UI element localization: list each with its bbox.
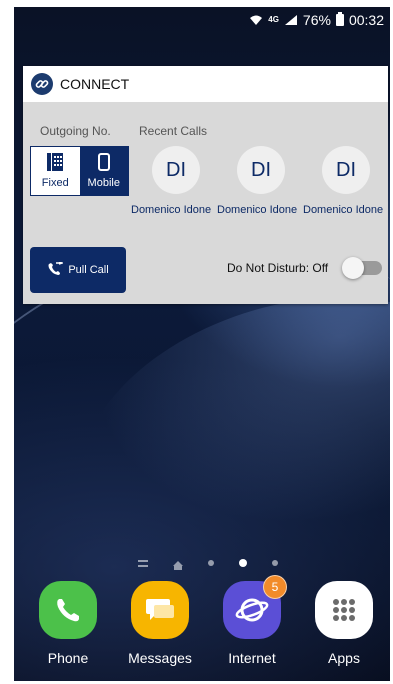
messages-icon bbox=[131, 581, 189, 639]
caller-avatar: DI bbox=[152, 146, 200, 194]
recent-calls-list: DI DI DI Domenico Idone Domenico Idone D… bbox=[131, 146, 390, 216]
pull-call-label: Pull Call bbox=[68, 264, 109, 276]
page-indicator-dot[interactable] bbox=[272, 560, 278, 566]
outgoing-number-label: Outgoing No. bbox=[40, 124, 111, 138]
recent-calls-label: Recent Calls bbox=[139, 124, 208, 138]
internet-icon: 5 bbox=[223, 575, 287, 639]
apps-label: Apps bbox=[328, 650, 360, 666]
dnd-toggle-switch[interactable] bbox=[342, 257, 382, 279]
messages-label: Messages bbox=[128, 650, 192, 666]
app-dock: Phone Messages 5 Internet Apps bbox=[14, 575, 390, 671]
notification-badge: 5 bbox=[263, 575, 287, 599]
page-indicator bbox=[138, 556, 278, 570]
mobile-toggle-button[interactable]: Mobile bbox=[79, 147, 128, 195]
apps-grid-icon bbox=[315, 581, 373, 639]
widget-header: CONNECT bbox=[23, 66, 388, 102]
page-indicator-home[interactable] bbox=[173, 560, 183, 570]
connect-widget: CONNECT Outgoing No. Recent Calls Fixed bbox=[23, 66, 388, 304]
clock: 00:32 bbox=[348, 12, 384, 28]
fixed-toggle-button[interactable]: Fixed bbox=[31, 147, 80, 195]
phone-label: Phone bbox=[47, 650, 89, 666]
recent-call-item[interactable]: DI bbox=[301, 146, 390, 194]
page-indicator-dot[interactable] bbox=[208, 560, 214, 566]
pull-call-icon bbox=[47, 260, 65, 279]
messages-app[interactable]: Messages bbox=[120, 581, 200, 666]
caller-name: Domenico Idone bbox=[131, 204, 212, 216]
fixed-label: Fixed bbox=[41, 177, 69, 189]
pull-call-button[interactable]: Pull Call bbox=[30, 247, 126, 293]
internet-label: Internet bbox=[228, 650, 276, 666]
link-icon bbox=[31, 73, 53, 95]
desk-phone-icon bbox=[47, 153, 64, 174]
caller-avatar: DI bbox=[322, 146, 370, 194]
battery-percent: 76% bbox=[302, 12, 331, 28]
page-indicator-dot-active[interactable] bbox=[239, 559, 247, 567]
widget-title: CONNECT bbox=[60, 76, 130, 92]
phone-icon bbox=[39, 581, 97, 639]
wifi-icon bbox=[249, 14, 263, 26]
switch-knob bbox=[342, 257, 364, 279]
signal-icon bbox=[284, 14, 298, 26]
page-indicator-feed[interactable] bbox=[138, 559, 148, 567]
outgoing-number-toggle: Fixed Mobile bbox=[30, 146, 129, 196]
recent-call-item[interactable]: DI bbox=[216, 146, 306, 194]
status-right: 4G 76% 00:32 bbox=[249, 12, 384, 28]
internet-app[interactable]: 5 Internet bbox=[212, 575, 292, 666]
home-screen: 4G 76% 00:32 CONNECT Outgoing No. Recent… bbox=[14, 7, 390, 681]
recent-call-item[interactable]: DI bbox=[131, 146, 221, 194]
status-bar: 4G 76% 00:32 bbox=[14, 7, 390, 33]
apps-drawer[interactable]: Apps bbox=[304, 581, 384, 666]
caller-avatar: DI bbox=[237, 146, 285, 194]
network-type-label: 4G bbox=[268, 15, 279, 24]
mobile-label: Mobile bbox=[87, 177, 120, 189]
mobile-phone-icon bbox=[97, 153, 110, 174]
dnd-label: Do Not Disturb: Off bbox=[227, 261, 329, 275]
caller-name: Domenico Idone bbox=[303, 204, 384, 216]
caller-name: Domenico Idone bbox=[217, 204, 298, 216]
phone-app[interactable]: Phone bbox=[28, 581, 108, 666]
battery-icon bbox=[335, 12, 344, 26]
